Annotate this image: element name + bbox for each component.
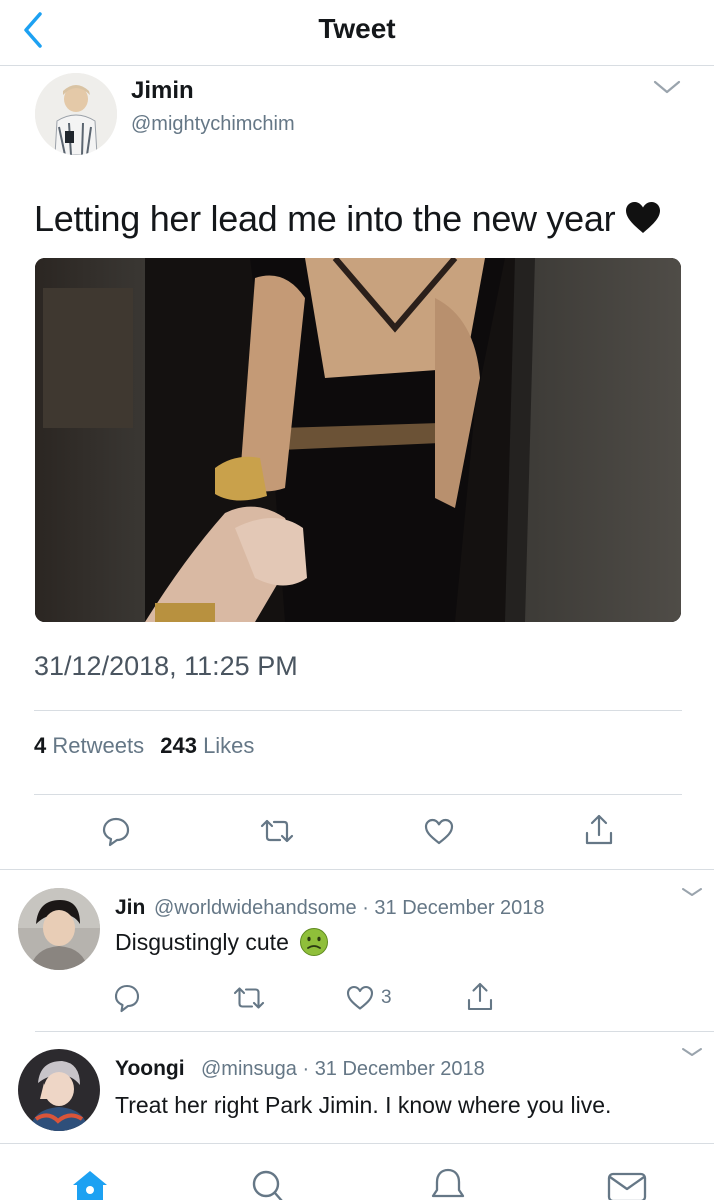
share-icon: [467, 982, 493, 1011]
reply-text-content: Disgustingly cute: [115, 929, 289, 955]
retweet-icon: [260, 819, 294, 843]
retweets-stat[interactable]: 4 Retweets: [34, 733, 144, 758]
tweet-photo[interactable]: [35, 258, 681, 622]
tweet-timestamp: 31/12/2018, 11:25 PM: [34, 651, 298, 681]
like-icon: [424, 818, 454, 845]
divider: [35, 1031, 714, 1032]
top-nav-bar: Tweet: [0, 0, 714, 66]
tweet-text-content: Letting her lead me into the new year: [34, 198, 616, 239]
reply-share-button[interactable]: [466, 981, 494, 1013]
tab-search[interactable]: [248, 1168, 288, 1200]
reply-date: 31 December 2018: [374, 897, 545, 919]
reply-meta: @worldwidehandsome · 31 December 2018: [154, 897, 545, 920]
reply-retweet-button[interactable]: [231, 985, 267, 1011]
tab-notifications[interactable]: [428, 1166, 468, 1200]
retweet-icon: [233, 987, 265, 1009]
reply-like-button[interactable]: [346, 985, 374, 1011]
retweets-count: 4: [34, 733, 47, 758]
meta-separator: ·: [296, 1058, 315, 1080]
likes-count: 243: [160, 733, 197, 758]
reply-author-handle[interactable]: @minsuga: [201, 1058, 297, 1080]
black-heart-emoji-icon: [626, 202, 661, 234]
home-icon: [73, 1171, 107, 1200]
tweet-stats: 4 Retweets 243 Likes: [34, 733, 264, 759]
reply-options-caret[interactable]: [680, 884, 704, 900]
reply-reply-button[interactable]: [113, 983, 141, 1013]
divider: [0, 869, 714, 870]
reply-text: Disgustingly cute: [115, 927, 329, 957]
reply-author-name[interactable]: Yoongi: [115, 1057, 185, 1081]
bottom-tab-bar: [0, 1143, 714, 1200]
page-title: Tweet: [318, 13, 396, 44]
meta-separator: ·: [356, 897, 375, 919]
reply-options-caret[interactable]: [680, 1044, 704, 1060]
caret-down-icon: [682, 888, 702, 896]
share-icon: [585, 814, 613, 845]
caret-down-icon: [682, 1048, 702, 1056]
divider: [34, 794, 682, 795]
reply-text: Treat her right Park Jimin. I know where…: [115, 1092, 612, 1118]
divider: [34, 710, 682, 711]
notifications-icon: [431, 1168, 465, 1198]
tab-messages[interactable]: [606, 1168, 648, 1200]
reply-icon: [102, 817, 130, 847]
author-handle[interactable]: @mightychimchim: [131, 113, 295, 136]
like-button[interactable]: [424, 818, 454, 846]
reply-meta: @minsuga · 31 December 2018: [201, 1058, 485, 1081]
reply-like-count: 3: [381, 987, 392, 1008]
reply-avatar[interactable]: [18, 888, 100, 970]
tab-home[interactable]: [70, 1168, 110, 1200]
reply-button[interactable]: [101, 815, 131, 847]
reply-author-name[interactable]: Jin: [115, 896, 145, 920]
nauseated-face-emoji-icon: [300, 927, 329, 956]
retweets-label: Retweets: [52, 733, 145, 758]
search-icon: [252, 1170, 283, 1200]
reply-avatar[interactable]: [18, 1049, 100, 1131]
tweet-options-caret[interactable]: [652, 76, 682, 98]
reply-author-handle[interactable]: @worldwidehandsome: [154, 897, 357, 919]
author-name[interactable]: Jimin: [131, 77, 194, 105]
author-avatar[interactable]: [35, 73, 117, 155]
reply-icon: [114, 984, 140, 1013]
messages-icon: [607, 1172, 647, 1200]
share-button[interactable]: [584, 813, 614, 847]
likes-label: Likes: [203, 733, 255, 758]
tweet-text: Letting her lead me into the new year: [34, 198, 661, 240]
reply-date: 31 December 2018: [314, 1058, 485, 1080]
like-icon: [346, 985, 374, 1010]
likes-stat[interactable]: 243 Likes: [160, 733, 254, 758]
retweet-button[interactable]: [258, 817, 296, 845]
caret-down-icon: [653, 80, 681, 94]
